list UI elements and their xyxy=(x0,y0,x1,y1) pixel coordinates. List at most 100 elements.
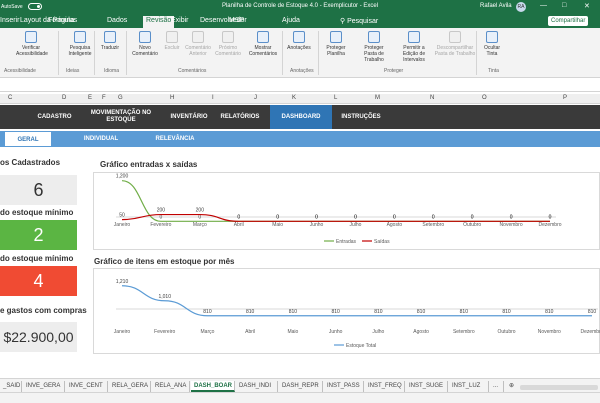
nav-item-dashboard[interactable]: DASHBOARD xyxy=(270,105,332,129)
ribbon-button-proteger-planilha[interactable]: Proteger Planilha xyxy=(322,31,350,57)
data-label: 200 xyxy=(196,208,205,214)
column-header-e[interactable]: E xyxy=(88,95,92,101)
ribbon-button-label: Excluir xyxy=(164,45,180,51)
data-label: 1,010 xyxy=(158,294,171,300)
series-line-entradas xyxy=(121,180,550,222)
data-label: 810 xyxy=(460,309,469,315)
kpi-value: 4 xyxy=(0,266,77,296)
search-box[interactable]: ⚲ Pesquisar xyxy=(340,17,378,25)
kpi-value: 2 xyxy=(0,220,77,250)
x-tick-label: Março xyxy=(193,222,207,228)
nav-item-inventario[interactable]: INVENTÁRIO xyxy=(160,105,218,129)
column-header-g[interactable]: G xyxy=(118,95,123,101)
ribbon-button-comentario-anterior[interactable]: Comentário Anterior xyxy=(184,31,212,57)
sheet-tab-said[interactable]: _SAID xyxy=(0,381,22,392)
formula-bar[interactable] xyxy=(0,80,600,92)
column-header-h[interactable]: H xyxy=(170,95,174,101)
traduzir-icon xyxy=(104,31,116,43)
sheet-tab-inst-freq[interactable]: INST_FREQ xyxy=(365,381,405,392)
column-header-p[interactable]: P xyxy=(563,95,567,101)
menu-tab-inserir[interactable]: Inserir xyxy=(0,17,19,24)
ribbon-button-novo-comentario[interactable]: Novo Comentário xyxy=(132,31,158,57)
column-header-j[interactable]: J xyxy=(254,95,257,101)
x-tick-label: Fevereiro xyxy=(154,329,175,335)
ribbon-group-acessibilidade: Acessibilidade xyxy=(4,68,36,74)
column-header-l[interactable]: L xyxy=(334,95,337,101)
kpi-title: os Cadastrados xyxy=(0,158,61,167)
ribbon-button-mostrar-comentarios[interactable]: Mostrar Comentários xyxy=(248,31,278,57)
sheet-tab-inst-pass[interactable]: INST_PASS xyxy=(324,381,364,392)
x-tick-label: Junho xyxy=(310,222,324,228)
nav-item-instrucoes[interactable]: INSTRUÇÕES xyxy=(332,105,390,129)
ribbon-button-label: Descompartilhar Pasta de Trabalho xyxy=(434,45,476,57)
x-tick-label: Setembro xyxy=(422,222,444,228)
sheet-tab-inst-suge[interactable]: INST_SUGE xyxy=(406,381,448,392)
data-label: 810 xyxy=(374,309,383,315)
ribbon-button-label: Ocultar Tinta xyxy=(483,45,501,57)
menu-tab-msp[interactable]: MSP xyxy=(229,17,244,24)
nav-item-movimentacao-no-estoque[interactable]: MOVIMENTAÇÃO NO ESTOQUE xyxy=(82,105,160,129)
sheet-tab-rela-gera[interactable]: RELA_GERA xyxy=(109,381,151,392)
close-icon[interactable]: ✕ xyxy=(584,2,590,10)
ribbon-button-permitir-a-edicao-de-intervalos[interactable]: Permitir a Edição de Intervalos xyxy=(396,31,432,63)
menu-tab-dados[interactable]: Dados xyxy=(107,17,127,24)
menu-tab-ajuda[interactable]: Ajuda xyxy=(282,17,300,24)
column-header-f[interactable]: F xyxy=(102,95,106,101)
movement-chart[interactable]: Janeiro Fevereiro Março Abril Maio Junho Julho… xyxy=(93,172,600,250)
excluir-icon xyxy=(166,31,178,43)
data-label: 0 xyxy=(549,214,552,220)
nav-item-relatorios[interactable]: RELATÓRIOS xyxy=(212,105,268,129)
horizontal-scrollbar[interactable] xyxy=(520,385,598,390)
data-label: 200 xyxy=(157,208,166,214)
user-name[interactable]: Rafael Avila xyxy=(480,3,512,9)
nav-item-cadastro[interactable]: CADASTRO xyxy=(27,105,82,129)
ribbon-button-proteger-pasta-de-trabalho[interactable]: Proteger Pasta de Trabalho xyxy=(358,31,390,63)
pesquisa-inteligente-icon xyxy=(74,31,86,43)
sheet-tab-dash-boar[interactable]: DASH_BOAR xyxy=(191,381,235,392)
ribbon-button-label: Proteger Planilha xyxy=(326,45,346,57)
ribbon-button-traduzir[interactable]: Traduzir xyxy=(98,31,122,51)
column-header-k[interactable]: K xyxy=(292,95,296,101)
column-header-o[interactable]: O xyxy=(482,95,487,101)
ribbon-button-proximo-comentario[interactable]: Próximo Comentário xyxy=(214,31,242,57)
proximo-comentario-icon xyxy=(222,31,234,43)
column-header-c[interactable]: C xyxy=(8,95,12,101)
x-tick-label: Outubro xyxy=(498,329,516,335)
more-tabs-icon[interactable]: ... xyxy=(490,381,504,392)
menu-tab-revisao[interactable]: Revisão xyxy=(143,16,175,28)
sheet-tab-inst-luz[interactable]: INST_LUZ xyxy=(449,381,489,392)
data-label: 0 xyxy=(432,214,435,220)
sheet-tab-dash-indi[interactable]: DASH_INDI xyxy=(236,381,278,392)
column-header-n[interactable]: N xyxy=(430,95,434,101)
maximize-icon[interactable]: □ xyxy=(562,2,566,9)
avatar[interactable]: RA xyxy=(516,2,526,12)
column-header-d[interactable]: D xyxy=(62,95,66,101)
ribbon-button-verificar-acessibilidade[interactable]: Verificar Acessibilidade xyxy=(16,31,48,57)
sheet-tab-rela-ana[interactable]: RELA_ANA xyxy=(152,381,190,392)
sheet-tab-dash-repr[interactable]: DASH_REPR xyxy=(279,381,323,392)
sheet-tab-inve-gera[interactable]: INVE_GERA xyxy=(23,381,65,392)
ribbon-button-excluir[interactable]: Excluir xyxy=(162,31,182,51)
ribbon-button-anotacoes[interactable]: Anotações xyxy=(286,31,312,51)
ribbon-button-pesquisa-inteligente[interactable]: Pesquisa Inteligente xyxy=(64,31,96,57)
column-header-i[interactable]: I xyxy=(212,95,214,101)
movement-chart-svg: Janeiro Fevereiro Março Abril Maio Junho Julho… xyxy=(114,174,562,245)
minimize-icon[interactable]: — xyxy=(540,2,547,9)
mostrar-comentarios-icon xyxy=(257,31,269,43)
subnav-item-geral[interactable]: GERAL xyxy=(4,131,52,147)
subnav-item-relevancia[interactable]: RELEVÂNCIA xyxy=(140,131,210,147)
ribbon-button-label: Mostrar Comentários xyxy=(248,45,278,57)
share-button[interactable]: Compartilhar xyxy=(548,16,589,26)
sheet-tab-inve-cent[interactable]: INVE_CENT xyxy=(66,381,108,392)
subnav-item-individual[interactable]: INDIVIDUAL xyxy=(76,131,126,147)
menu-tab-formulas[interactable]: Fórmulas xyxy=(48,17,77,24)
ribbon-button-ocultar-tinta[interactable]: Ocultar Tinta xyxy=(482,31,502,57)
stock-chart[interactable]: Janeiro Fevereiro Março Abril Maio Junho Julho… xyxy=(93,268,600,354)
menu-tab-exibir[interactable]: Exibir xyxy=(171,17,189,24)
legend-label: Entradas xyxy=(336,239,357,245)
ribbon-button-descompartilhar-pasta-de-trabalho[interactable]: Descompartilhar Pasta de Trabalho xyxy=(432,31,478,57)
data-label: 0 xyxy=(354,214,357,220)
add-sheet-icon[interactable]: ⊕ xyxy=(506,381,518,392)
column-header-m[interactable]: M xyxy=(375,95,380,101)
ribbon-separator xyxy=(476,31,477,75)
